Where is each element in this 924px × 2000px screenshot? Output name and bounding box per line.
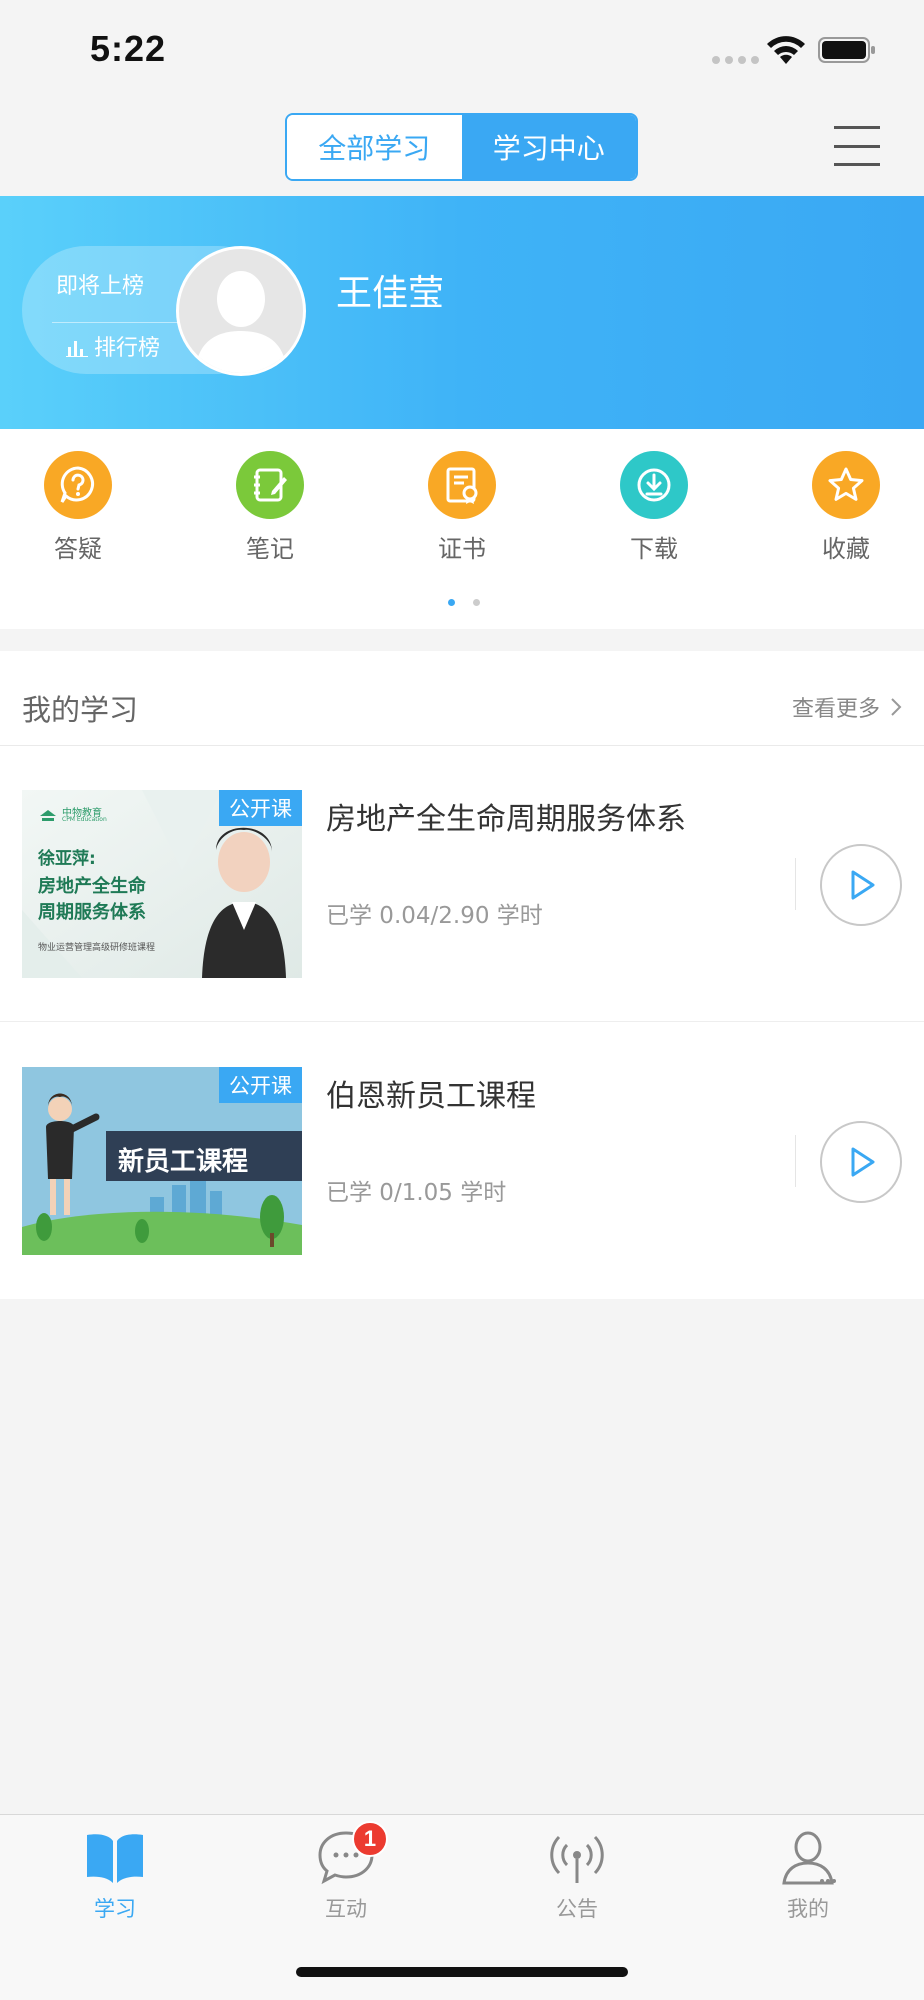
open-course-tag: 公开课 [219,1067,302,1103]
wifi-icon [767,36,805,64]
quick-action-label: 笔记 [246,535,294,563]
profile-banner: 即将上榜 排行榜 王佳莹 [0,196,924,429]
thumb-caption: 物业运营管理高级研修班课程 [38,943,156,953]
page-dot [473,599,480,606]
user-profile-icon [776,1825,840,1889]
avatar[interactable] [176,246,306,376]
play-icon [851,870,875,900]
quick-action-favorites[interactable]: 收藏 [786,451,906,564]
thumb-title-line2: 周期服务体系 [38,902,146,923]
view-more-label: 查看更多 [791,697,880,722]
battery-icon [818,37,875,63]
tab-study[interactable]: 学习 [55,1825,175,1923]
my-study-header: 我的学习 查看更多 [0,651,924,746]
thumb-title-line1: 房地产全生命 [38,876,146,897]
quick-action-notes[interactable]: 笔记 [210,451,330,564]
download-icon [620,451,688,519]
tab-announcement[interactable]: 公告 [517,1825,637,1923]
section-title: 我的学习 [22,693,139,727]
course-item[interactable]: 中物教育 CPM Education 徐亚萍: 房地产全生命 周期服务体系 物业… [0,746,924,1022]
study-segmented-control: 全部学习 学习中心 [285,113,638,181]
certificate-icon [428,451,496,519]
course-progress: 已学 0.04/2.90 学时 [326,903,543,929]
thumb-lecturer: 徐亚萍: [38,849,96,869]
course-title[interactable]: 伯恩新员工课程 [326,1071,536,1115]
default-avatar-icon [195,271,287,373]
page-indicator [448,599,480,606]
notification-badge: 1 [352,1821,388,1857]
chevron-right-icon [891,698,902,716]
course-title[interactable]: 房地产全生命周期服务体系 [326,794,686,838]
course-progress: 已学 0/1.05 学时 [326,1180,507,1206]
tab-all-study[interactable]: 全部学习 [287,115,462,179]
course-thumbnail[interactable]: 中物教育 CPM Education 徐亚萍: 房地产全生命 周期服务体系 物业… [22,790,302,978]
tab-study-center[interactable]: 学习中心 [461,115,636,179]
quick-action-certificate[interactable]: 证书 [402,451,522,564]
brand-logo-subtext: CPM Education [62,816,107,823]
broadcast-icon [545,1825,609,1889]
my-study-section: 我的学习 查看更多 中物教育 CPM Education 徐亚萍: 房地产全生命… [0,651,924,1299]
star-icon [812,451,880,519]
quick-action-label: 答疑 [54,535,102,563]
ranking-link[interactable]: 排行榜 [66,330,160,362]
bar-chart-icon [66,341,88,357]
tab-label: 学习 [94,1897,136,1921]
home-indicator[interactable] [296,1967,628,1977]
tab-label: 互动 [325,1897,367,1921]
tab-label: 公告 [556,1897,598,1921]
quick-action-label: 证书 [438,535,486,563]
rank-status: 即将上榜 [56,274,145,299]
chat-bubble-icon: 1 [314,1821,388,1889]
question-chat-icon [44,451,112,519]
divider [52,322,192,323]
course-thumbnail[interactable]: 新员工课程 公开课 [22,1067,302,1255]
page-dot-active [448,599,455,606]
hamburger-menu-icon[interactable] [834,126,880,166]
quick-action-qa[interactable]: 答疑 [18,451,138,564]
divider [795,1135,796,1187]
ranking-label: 排行榜 [94,336,161,361]
tab-interaction[interactable]: 1 互动 [286,1821,406,1923]
tab-label: 我的 [787,1897,829,1921]
course-item[interactable]: 新员工课程 公开课 伯恩新员工课程 已学 0/1.05 学时 [0,1023,924,1299]
divider [795,858,796,910]
status-time: 5:22 [90,28,167,69]
view-more-link[interactable]: 查看更多 [792,691,902,723]
quick-action-download[interactable]: 下载 [594,451,714,564]
quick-action-label: 收藏 [822,535,870,563]
cellular-signal-icon [712,56,759,64]
quick-actions: 答疑 笔记 证书 下载 收藏 [0,429,924,629]
notebook-pen-icon [236,451,304,519]
quick-action-label: 下载 [630,535,678,563]
top-nav: 全部学习 学习中心 [0,100,924,196]
open-book-icon [83,1825,147,1889]
play-icon [851,1147,875,1177]
play-button[interactable] [820,1121,902,1203]
open-course-tag: 公开课 [219,790,302,826]
thumb-banner-text: 新员工课程 [118,1147,249,1177]
status-bar: 5:22 [0,0,924,100]
tab-mine[interactable]: 我的 [748,1825,868,1923]
user-name: 王佳莹 [336,273,445,314]
play-button[interactable] [820,844,902,926]
